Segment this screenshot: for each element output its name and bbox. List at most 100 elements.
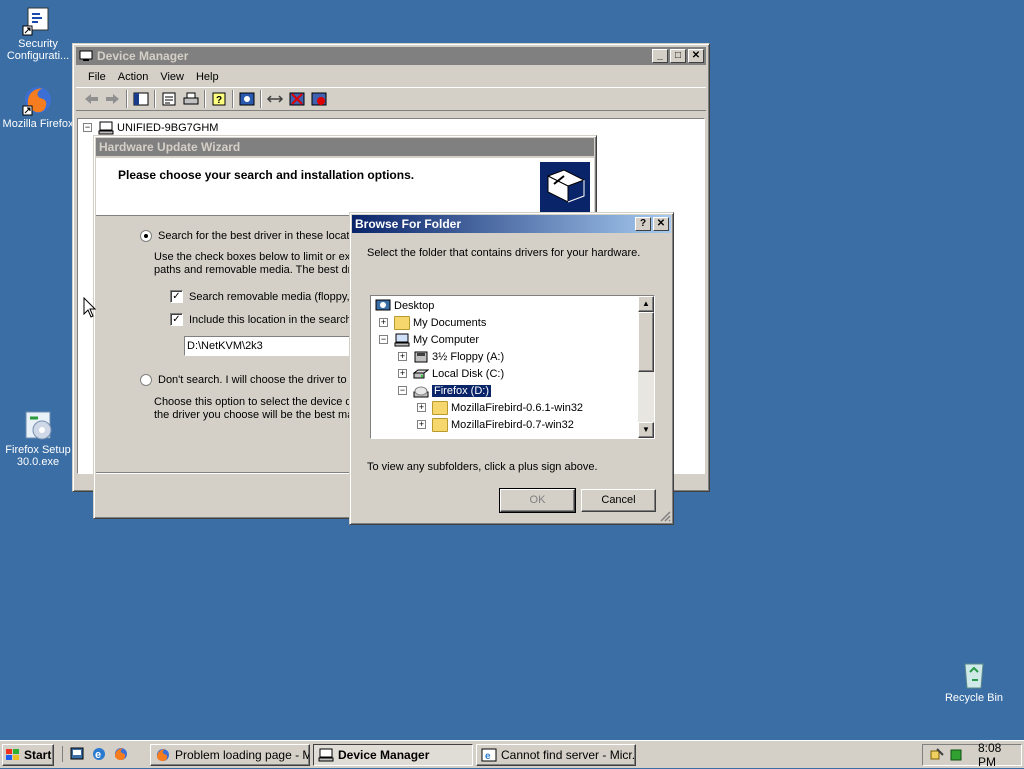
tree-scrollbar[interactable]: ▲ ▼ — [638, 296, 654, 438]
browse-titlebar[interactable]: Browse For Folder ? ✕ — [352, 215, 671, 233]
scan-hardware-icon[interactable] — [238, 91, 256, 107]
task-firefox[interactable]: Problem loading page - M... — [150, 744, 310, 766]
include-location-checkbox[interactable]: ✓ — [170, 313, 183, 326]
tree-item-floppy[interactable]: + 3½ Floppy (A:) — [398, 348, 504, 365]
tree-label: My Documents — [413, 316, 487, 329]
window-title: Device Manager — [97, 49, 189, 63]
tray-network-icon[interactable] — [929, 747, 945, 763]
tree-item-firebird-061[interactable]: + MozillaFirebird-0.6.1-win32 — [417, 399, 583, 416]
task-device-manager[interactable]: Device Manager — [313, 744, 473, 766]
tree-item-firefox-drive[interactable]: − Firefox (D:) — [398, 382, 492, 399]
option-search-label: Search for the best driver in these loca… — [158, 230, 358, 242]
device-manager-titlebar[interactable]: Device Manager _ □ ✕ — [76, 47, 706, 65]
task-label: Problem loading page - M... — [175, 748, 310, 762]
internet-explorer-icon[interactable]: e — [91, 746, 107, 762]
menu-file[interactable]: File — [82, 71, 112, 83]
ok-label: OK — [529, 494, 546, 506]
location-path-input[interactable]: D:\NetKVM\2k3 — [184, 336, 354, 356]
option-search[interactable]: Search for the best driver in these loca… — [140, 230, 358, 242]
maximize-button[interactable]: □ — [670, 49, 686, 63]
dont-search-radio[interactable] — [140, 374, 152, 386]
hard-drive-icon — [412, 367, 430, 381]
update-driver-icon[interactable] — [266, 91, 284, 107]
tree-item-my-computer[interactable]: − My Computer — [379, 331, 479, 348]
tree-item-local-disk[interactable]: + Local Disk (C:) — [398, 365, 504, 382]
firefox-icon — [155, 747, 171, 763]
folder-tree[interactable]: Desktop + My Documents − My Computer + 3… — [370, 295, 655, 439]
task-label: Device Manager — [338, 748, 430, 762]
removable-media-checkbox[interactable]: ✓ — [170, 290, 183, 303]
tree-root[interactable]: − UNIFIED-9BG7GHM — [83, 119, 218, 136]
task-label: Cannot find server - Micr... — [501, 748, 636, 762]
desktop-icon-firefox[interactable]: Mozilla Firefox — [0, 84, 76, 130]
scroll-up-button[interactable]: ▲ — [638, 296, 654, 312]
tray-security-icon[interactable] — [948, 747, 964, 763]
expand-icon[interactable]: + — [417, 420, 426, 429]
close-button[interactable]: ✕ — [653, 217, 669, 231]
check-include-location[interactable]: ✓ Include this location in the search: — [170, 313, 355, 326]
option-dont-search-label: Don't search. I will choose the driver t… — [158, 374, 359, 386]
desktop-icon — [375, 299, 391, 313]
close-button[interactable]: ✕ — [688, 49, 704, 63]
toolbar: ? — [76, 87, 706, 111]
recycle-bin-icon — [958, 658, 990, 690]
scroll-thumb[interactable] — [638, 312, 654, 372]
uninstall-icon[interactable] — [288, 91, 306, 107]
expand-icon[interactable]: + — [379, 318, 388, 327]
collapse-icon[interactable]: − — [379, 335, 388, 344]
help-button[interactable]: ? — [635, 217, 651, 231]
disable-icon[interactable] — [310, 91, 328, 107]
menu-view[interactable]: View — [154, 71, 190, 83]
collapse-icon[interactable]: − — [398, 386, 407, 395]
option-dont-search[interactable]: Don't search. I will choose the driver t… — [140, 374, 358, 386]
cancel-button[interactable]: Cancel — [581, 489, 656, 512]
menu-action[interactable]: Action — [112, 71, 155, 83]
help-icon[interactable]: ? — [210, 91, 228, 107]
search-radio[interactable] — [140, 230, 152, 242]
forward-icon[interactable] — [104, 91, 122, 107]
tree-item-firebird-07[interactable]: + MozillaFirebird-0.7-win32 — [417, 416, 574, 433]
task-ie[interactable]: e Cannot find server - Micr... — [476, 744, 636, 766]
mouse-cursor — [83, 296, 97, 319]
collapse-icon[interactable]: − — [83, 123, 92, 132]
properties-icon[interactable] — [160, 91, 178, 107]
toolbar-separator — [126, 90, 128, 108]
cd-drive-icon — [413, 384, 429, 398]
wizard-header: Please choose your search and installati… — [96, 158, 594, 216]
security-config-icon — [22, 4, 54, 36]
svg-text:?: ? — [216, 95, 222, 106]
desktop-icon-label: Mozilla Firefox — [2, 118, 74, 130]
computer-icon — [98, 121, 114, 135]
option-dont-search-desc-2: the driver you choose will be the best m… — [154, 409, 357, 421]
show-hide-tree-icon[interactable] — [132, 91, 150, 107]
desktop-icon-security[interactable]: Security Configurati... — [0, 4, 76, 62]
toolbar-separator — [204, 90, 206, 108]
tree-item-my-documents[interactable]: + My Documents — [379, 314, 486, 331]
expand-icon[interactable]: + — [417, 403, 426, 412]
windows-logo-icon — [5, 748, 21, 762]
minimize-button[interactable]: _ — [652, 49, 668, 63]
resize-grip[interactable] — [659, 510, 671, 522]
firefox-icon[interactable] — [113, 746, 129, 762]
desktop-icon-recycle-bin[interactable]: Recycle Bin — [936, 658, 1012, 704]
expand-icon[interactable]: + — [398, 369, 407, 378]
start-button[interactable]: Start — [2, 744, 54, 766]
menu-help[interactable]: Help — [190, 71, 225, 83]
tree-label: 3½ Floppy (A:) — [432, 350, 505, 363]
option-dont-search-desc-1: Choose this option to select the device … — [154, 396, 356, 408]
check-removable-media[interactable]: ✓ Search removable media (floppy, C — [170, 290, 361, 303]
tree-label: Desktop — [394, 299, 435, 312]
tree-item-desktop[interactable]: Desktop — [375, 297, 434, 314]
desktop-icon-firefox-setup[interactable]: Firefox Setup 30.0.exe — [0, 410, 76, 468]
print-icon[interactable] — [182, 91, 200, 107]
browse-for-folder-dialog[interactable]: Browse For Folder ? ✕ Select the folder … — [349, 212, 674, 525]
floppy-drive-icon — [413, 350, 429, 364]
computer-icon — [79, 50, 93, 62]
back-icon[interactable] — [82, 91, 100, 107]
ok-button[interactable]: OK — [499, 488, 576, 513]
computer-icon — [394, 333, 410, 347]
expand-icon[interactable]: + — [398, 352, 407, 361]
wizard-titlebar[interactable]: Hardware Update Wizard — [96, 138, 594, 156]
scroll-down-button[interactable]: ▼ — [638, 422, 654, 438]
show-desktop-icon[interactable] — [69, 746, 85, 762]
